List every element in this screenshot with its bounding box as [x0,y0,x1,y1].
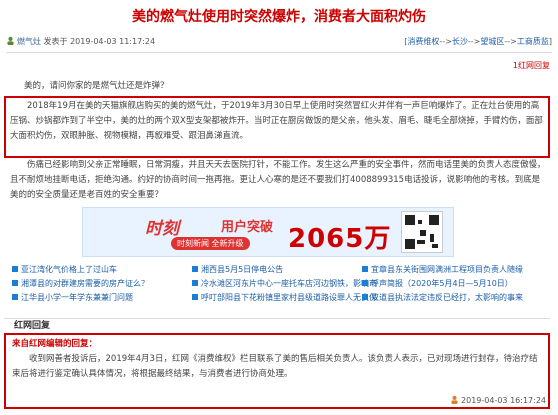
breadcrumb-separator: --> [439,37,452,46]
breadcrumb-item-consumer[interactable]: 消费维权 [407,37,439,46]
related-link[interactable]: 宜章县东关街围网满洲工程项目负责人随缘 [362,264,523,275]
related-link[interactable]: 湘潭县的对群建房需要的房产证么？ [12,278,149,289]
breadcrumb: [消费维权-->长沙-->望城区-->工商质监] [404,36,552,47]
related-link[interactable]: 呼叮部阳县下花粉镇里家村县级道路设罪人无良保 [192,292,377,303]
related-link[interactable]: 呼声简报（2020年5月4日—5月10日） [362,278,513,289]
promo-banner[interactable]: 时刻 用户突破 时刻新闻 全新升级 2065万 [82,207,454,257]
reply-time: 2019-04-03 16:17:24 [450,395,546,405]
complaint-paragraph-2: 伤痛已经影响到父亲正常睡眠，日常洞瘦，并且天天去医院打针，不能工作。发生这么严重… [10,160,546,200]
reply-timestamp: 2019-04-03 16:17:24 [461,396,546,405]
banner-headline: 用户突破 [221,220,274,235]
breadcrumb-item-wangcheng[interactable]: 望城区 [480,37,504,46]
divider [6,52,552,53]
related-link[interactable]: 湘西县5月5日停电公告 [192,264,283,275]
reply-from: 来自红网编辑的回复： [12,339,98,349]
author-link[interactable]: 燃气灶 [17,37,41,46]
reply-body: 收到网善者投诉后，2019年4月3日，红网《消费维权》栏目联系了美的售后相关负责… [12,354,538,379]
breadcrumb-separator: --> [467,37,481,46]
qr-code-icon [401,211,443,253]
banner-user-count: 2065万 [288,224,392,254]
post-time: 发表于 2019-04-03 11:17:24 [43,37,156,46]
breadcrumb-item-changsha[interactable]: 长沙 [452,37,468,46]
breadcrumb-item-gongshang[interactable]: 工商质监 [517,37,549,46]
breadcrumb-close-bracket: ] [548,37,552,46]
banner-brand: 时刻 [145,219,179,239]
complaint-paragraph-1: 2018年19月在美的天猫旗舰店购买的美的燃气灶，于2019年3月30日早上使用… [10,101,543,141]
reply-section-header: 红网回复 [4,318,550,332]
user-icon [7,36,14,45]
related-link[interactable]: 亚江湾化气价格上了过山车 [12,264,117,275]
question-text: 美的，请问你家的是燃气灶还是炸弹？ [24,81,169,91]
banner-subtitle: 时刻新闻 全新升级 [171,237,250,250]
reply-count-link[interactable]: 1红网回复 [513,60,550,71]
page-title: 美的燃气灶使用时突然爆炸，消费者大面积灼伤 [132,9,426,25]
related-link[interactable]: 江华县小学一年学东兼兼门问题 [12,292,133,303]
breadcrumb-separator: --> [504,37,517,46]
related-link[interactable]: 双道县执法法定违反已经打，太影响的事来 [362,292,523,303]
user-icon [451,395,458,404]
related-link[interactable]: 冷水滩区河东片中心一座托车店河边钢铁，影响市 [192,278,377,289]
